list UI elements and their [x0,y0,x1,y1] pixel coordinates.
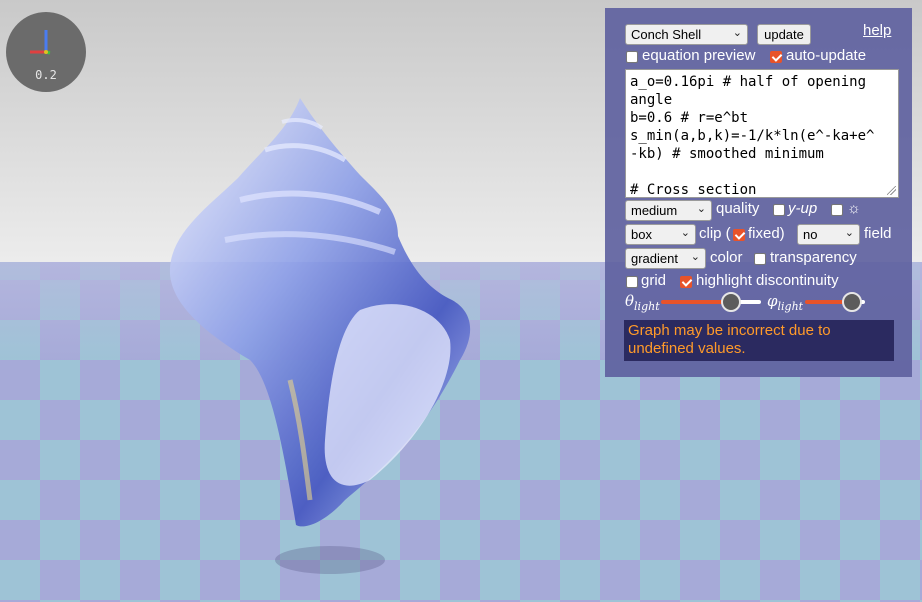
transparency-label: transparency [770,249,857,266]
equation-preview-checkbox[interactable] [626,51,638,63]
theta-slider-knob[interactable] [721,292,741,312]
equation-preview-label: equation preview [642,47,756,64]
theta-light-slider[interactable] [661,292,761,312]
warning-message: Graph may be incorrect due to undefined … [624,320,894,361]
clip-select-value: box [631,227,652,242]
equation-editor[interactable]: a_o=0.16pi # half of opening angle b=0.6… [625,69,899,198]
chevron-down-icon: ⌄ [732,27,742,39]
color-select[interactable]: gradient ⌄ [625,248,706,269]
theta-light-label: θlight [625,292,660,313]
color-label: color [710,249,743,266]
grid-label: grid [641,272,667,289]
quality-label: quality [716,200,760,217]
axis-scale-label: 0.2 [35,68,57,82]
sun-checkbox[interactable] [831,204,843,216]
phi-light-slider[interactable] [805,292,865,312]
equation-code: a_o=0.16pi # half of opening angle b=0.6… [630,74,875,198]
color-select-value: gradient [631,251,678,266]
field-select[interactable]: no ⌄ [797,224,860,245]
grid-checkbox[interactable] [626,276,638,288]
auto-update-label: auto-update [786,47,867,64]
preset-select-value: Conch Shell [631,27,702,42]
axis-orientation-widget: 0.2 [6,12,86,92]
highlight-discontinuity-label: highlight discontinuity [696,272,839,289]
clip-select[interactable]: box ⌄ [625,224,696,245]
quality-select[interactable]: medium ⌄ [625,200,712,221]
control-panel: Conch Shell ⌄ update help equation previ… [605,8,912,377]
clip-fixed-checkbox[interactable] [733,229,745,241]
highlight-discontinuity-checkbox[interactable] [680,276,692,288]
chevron-down-icon: ⌄ [696,203,706,215]
clip-label: clip ( [699,225,731,242]
phi-slider-knob[interactable] [842,292,862,312]
clip-fixed-label: fixed) [748,225,785,242]
help-link[interactable]: help [863,22,891,39]
y-up-label: y-up [788,200,818,217]
update-button[interactable]: update [757,24,811,45]
y-up-checkbox[interactable] [773,204,785,216]
quality-select-value: medium [631,203,678,218]
field-label: field [864,225,892,242]
chevron-down-icon: ⌄ [844,227,854,239]
field-select-value: no [803,227,818,242]
preset-select[interactable]: Conch Shell ⌄ [625,24,748,45]
auto-update-checkbox[interactable] [770,51,782,63]
transparency-checkbox[interactable] [754,253,766,265]
sun-icon: ☼ [847,200,861,217]
phi-light-label: φlight [767,292,804,313]
resize-grip-icon[interactable] [887,186,896,195]
chevron-down-icon: ⌄ [690,251,700,263]
chevron-down-icon: ⌄ [680,227,690,239]
